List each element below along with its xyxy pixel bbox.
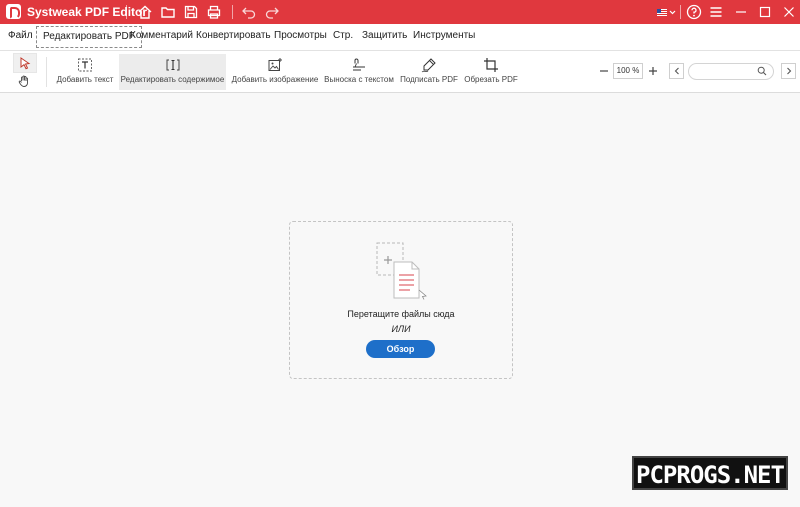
callout-label: Выноска с текстом <box>324 75 394 84</box>
menu-file[interactable]: Файл <box>8 30 33 41</box>
open-folder-icon[interactable] <box>159 3 177 21</box>
maximize-button[interactable] <box>752 0 778 24</box>
search-input[interactable] <box>695 65 757 79</box>
cursor-arrow-icon <box>20 57 31 70</box>
hand-icon <box>18 75 28 87</box>
close-icon <box>784 7 794 17</box>
add-image-tool[interactable]: Добавить изображение <box>230 54 320 90</box>
minus-icon <box>600 70 608 72</box>
search-icon <box>757 66 767 76</box>
add-image-icon <box>268 58 282 71</box>
toolbar: Добавить текст Редактировать содержимое … <box>0 51 800 93</box>
redo-icon[interactable] <box>263 3 281 21</box>
app-title: Systweak PDF Editor <box>27 5 148 19</box>
menu-pages[interactable]: Стр. <box>333 30 353 41</box>
chevron-right-icon <box>786 67 791 75</box>
close-button[interactable] <box>776 0 800 24</box>
zoom-level-field[interactable]: 100 % <box>613 63 643 79</box>
zoom-out-button[interactable] <box>598 64 610 76</box>
add-text-icon <box>78 58 92 72</box>
toolbar-separator <box>46 57 47 87</box>
menu-bar: Файл Редактировать PDF Комментарий Конве… <box>0 24 800 51</box>
title-separator <box>680 5 681 19</box>
previous-result-button[interactable] <box>669 63 684 79</box>
crop-pdf-label: Обрезать PDF <box>464 75 518 84</box>
language-flag-icon[interactable] <box>655 3 677 21</box>
add-text-tool[interactable]: Добавить текст <box>55 54 115 90</box>
browse-button[interactable]: Обзор <box>366 340 435 358</box>
add-text-label: Добавить текст <box>56 75 114 84</box>
maximize-icon <box>759 6 771 18</box>
hand-tool-button[interactable] <box>13 72 35 90</box>
menu-comment[interactable]: Комментарий <box>130 30 193 41</box>
print-icon[interactable] <box>205 3 223 21</box>
add-image-label: Добавить изображение <box>231 75 319 84</box>
callout-tool[interactable]: Выноска с текстом <box>324 54 394 90</box>
minimize-icon <box>736 11 746 13</box>
crop-icon <box>484 58 498 72</box>
app-logo-icon <box>6 4 21 19</box>
sign-pdf-label: Подписать PDF <box>400 75 458 84</box>
or-text: ИЛИ <box>391 324 411 334</box>
callout-icon <box>353 58 365 71</box>
title-bar: Systweak PDF Editor <box>0 0 800 24</box>
zoom-in-button[interactable] <box>647 64 659 76</box>
next-result-button[interactable] <box>781 63 796 79</box>
help-icon[interactable] <box>685 3 703 21</box>
save-icon[interactable] <box>182 3 200 21</box>
select-tool-button[interactable] <box>13 53 37 73</box>
menu-tools[interactable]: Инструменты <box>413 30 475 41</box>
chevron-left-icon <box>674 67 679 75</box>
title-separator <box>232 5 233 19</box>
menu-views[interactable]: Просмотры <box>274 30 327 41</box>
undo-icon[interactable] <box>240 3 258 21</box>
home-icon[interactable] <box>136 3 154 21</box>
menu-edit-pdf[interactable]: Редактировать PDF <box>36 26 142 48</box>
minimize-button[interactable] <box>728 0 754 24</box>
search-box[interactable] <box>688 63 774 80</box>
file-drop-zone[interactable]: Перетащите файлы сюда ИЛИ Обзор <box>289 221 513 379</box>
drop-files-illustration-icon <box>374 240 428 305</box>
menu-protect[interactable]: Защитить <box>362 30 407 41</box>
edit-content-tool[interactable]: Редактировать содержимое <box>119 54 226 90</box>
sign-pdf-tool[interactable]: Подписать PDF <box>400 54 458 90</box>
crop-pdf-tool[interactable]: Обрезать PDF <box>464 54 518 90</box>
title-separator <box>126 5 127 19</box>
menu-convert[interactable]: Конвертировать <box>196 30 271 41</box>
drop-files-text: Перетащите файлы сюда <box>347 309 455 319</box>
sign-pen-icon <box>421 58 436 73</box>
edit-content-label: Редактировать содержимое <box>120 75 225 84</box>
hamburger-menu-icon[interactable] <box>707 3 725 21</box>
plus-icon <box>649 67 657 75</box>
edit-content-icon <box>166 59 179 71</box>
watermark-logo: PCPROGS.NET <box>632 456 788 490</box>
